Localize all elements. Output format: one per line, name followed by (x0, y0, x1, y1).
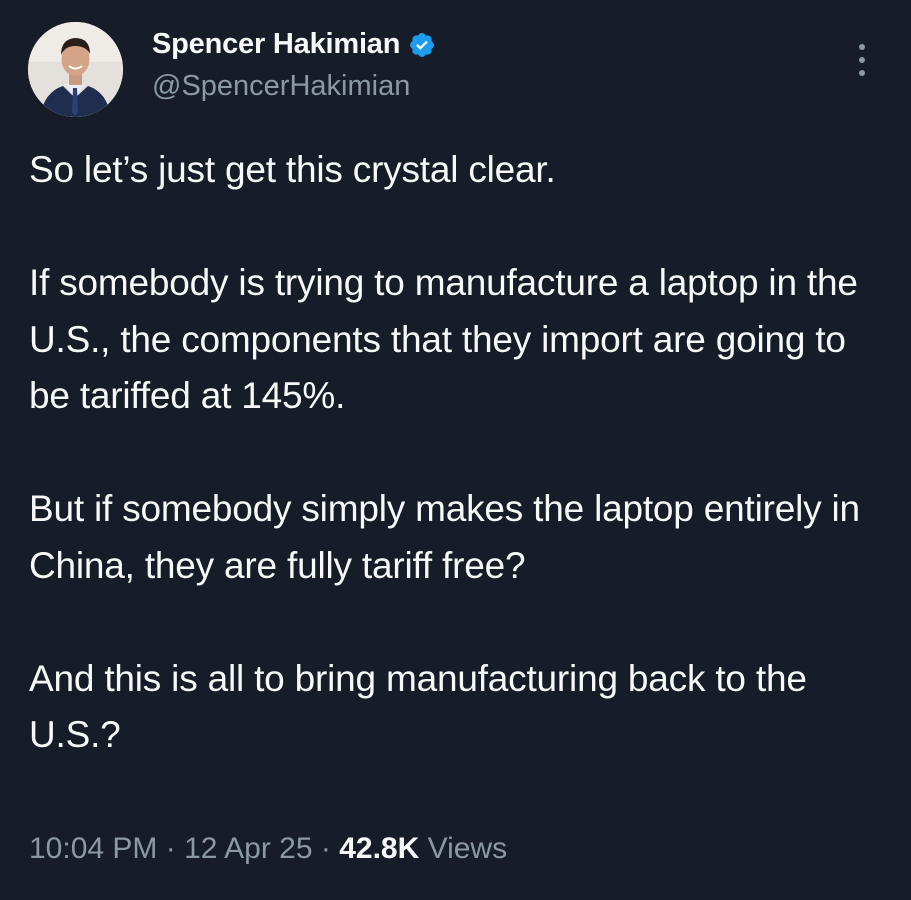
avatar-photo (28, 22, 123, 117)
meta-separator: · (312, 832, 340, 865)
tweet-paragraph: But if somebody simply makes the laptop … (29, 488, 860, 586)
verified-badge-icon (410, 32, 435, 57)
tweet-time[interactable]: 10:04 PM (29, 832, 157, 865)
more-options-icon[interactable] (852, 40, 872, 80)
tweet-paragraph: And this is all to bring manufacturing b… (29, 657, 807, 756)
tweet-paragraph: So let’s just get this crystal clear. (29, 149, 556, 190)
author-name-row: Spencer Hakimian (152, 28, 436, 61)
author-display-name[interactable]: Spencer Hakimian (152, 28, 400, 61)
meta-separator: · (157, 832, 185, 865)
tweet-card: Spencer Hakimian @SpencerHakimian So let… (0, 0, 911, 900)
tweet-paragraph: If somebody is trying to manufacture a l… (29, 262, 858, 416)
views-count[interactable]: 42.8K (339, 832, 419, 865)
tweet-date[interactable]: 12 Apr 25 (184, 832, 312, 865)
avatar[interactable] (28, 22, 123, 117)
author-handle[interactable]: @SpencerHakimian (152, 70, 410, 103)
tweet-text: So let’s just get this crystal clear. If… (29, 142, 889, 764)
tweet-meta: 10:04 PM · 12 Apr 25 · 42.8K Views (29, 832, 507, 866)
views-label: Views (419, 832, 508, 865)
